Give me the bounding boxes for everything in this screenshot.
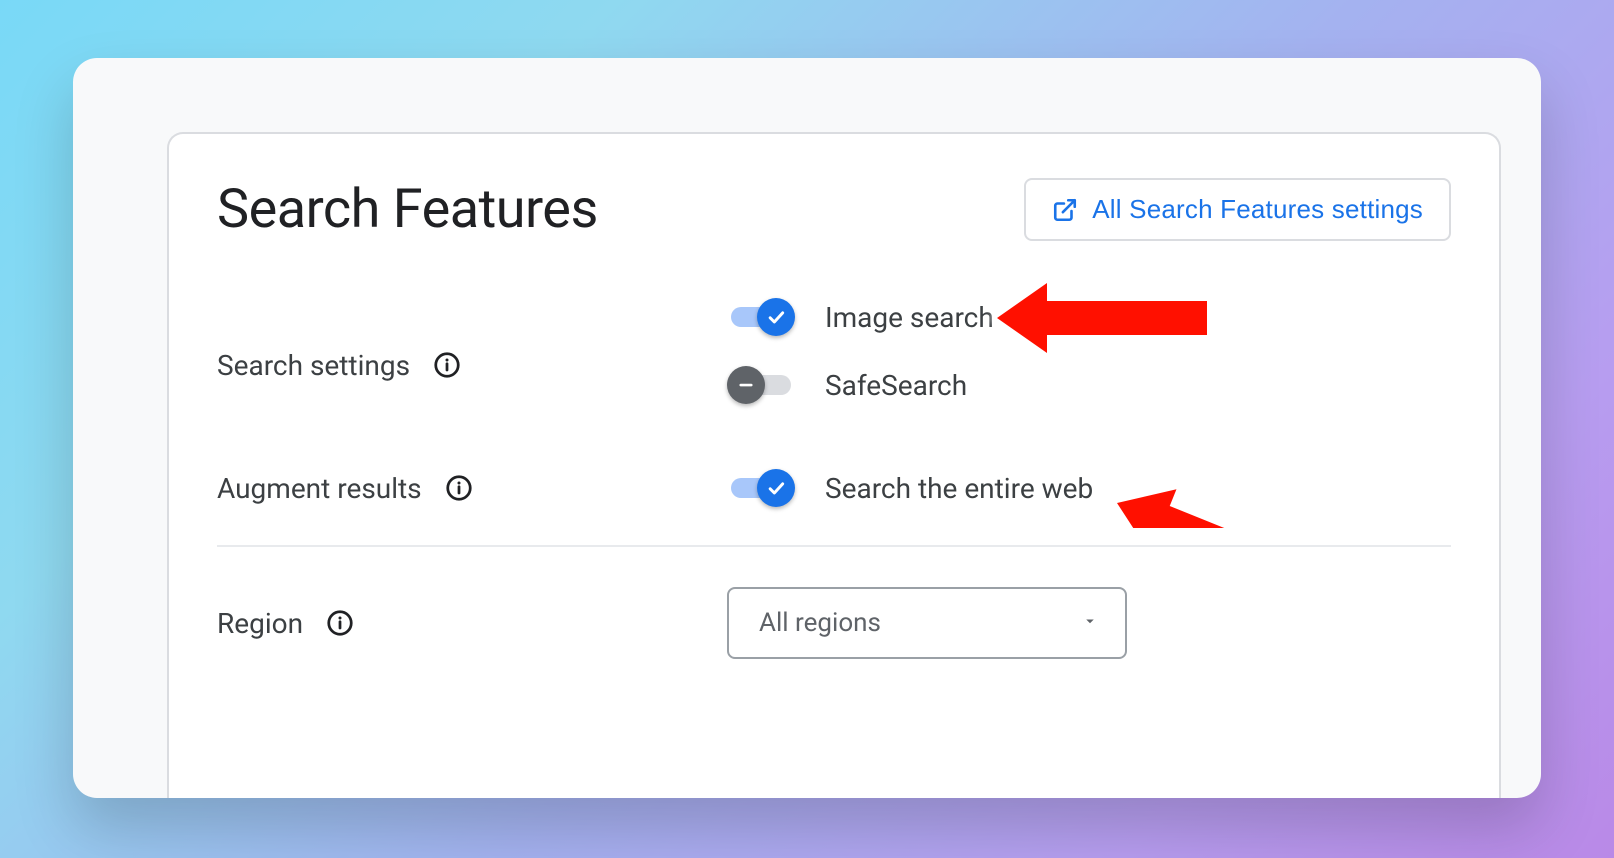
info-icon[interactable] (442, 471, 476, 505)
section-divider (217, 545, 1451, 547)
region-selected-value: All regions (759, 608, 881, 638)
search-settings-label: Search settings (217, 349, 410, 382)
chevron-down-icon (1081, 612, 1099, 635)
region-dropdown[interactable]: All regions (727, 587, 1127, 659)
safesearch-toggle[interactable] (727, 365, 795, 405)
safesearch-label: SafeSearch (825, 369, 967, 402)
page-title: Search Features (217, 178, 598, 241)
image-search-toggle[interactable] (727, 297, 795, 337)
open-in-new-icon (1052, 197, 1078, 223)
region-label: Region (217, 607, 303, 640)
info-icon[interactable] (323, 606, 357, 640)
search-entire-web-label: Search the entire web (825, 472, 1093, 505)
augment-results-label: Augment results (217, 472, 422, 505)
all-search-features-settings-button[interactable]: All Search Features settings (1024, 178, 1451, 241)
annotation-arrow-icon (987, 273, 1217, 367)
settings-panel-window: Search Features All Search Features sett… (73, 58, 1541, 798)
search-entire-web-toggle[interactable] (727, 468, 795, 508)
search-features-card: Search Features All Search Features sett… (167, 132, 1501, 798)
search-settings-row: Search settings (217, 297, 1451, 433)
region-row: Region All regions (217, 587, 1451, 659)
all-search-features-settings-label: All Search Features settings (1092, 194, 1423, 225)
augment-results-row: Augment results (217, 459, 1451, 517)
info-icon[interactable] (430, 348, 464, 382)
image-search-label: Image search (825, 301, 994, 334)
